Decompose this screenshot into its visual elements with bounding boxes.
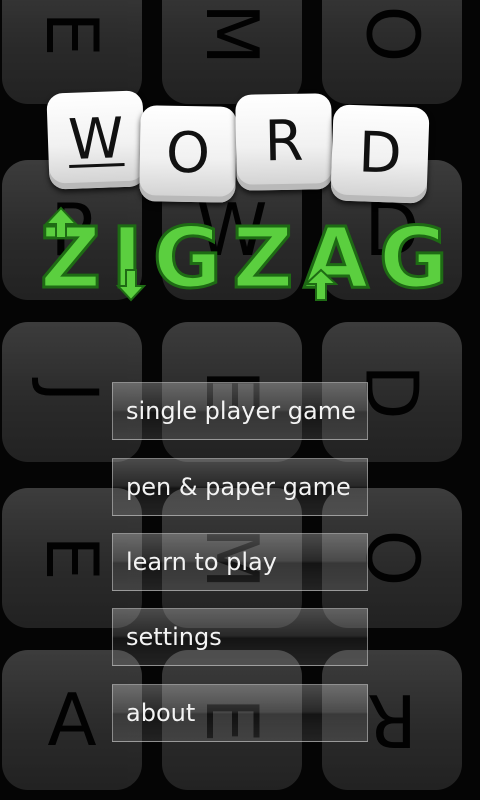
up-arrow-icon: [304, 268, 338, 301]
logo-key-d: D: [330, 104, 430, 204]
down-arrow-icon: [116, 269, 146, 302]
logo-key-w: W: [46, 90, 146, 190]
logo-zigzag-letter: G: [378, 208, 450, 307]
learn-to-play-button[interactable]: learn to play: [112, 533, 368, 591]
up-arrow-icon: [44, 206, 78, 239]
about-button[interactable]: about: [112, 684, 368, 742]
single-player-game-button[interactable]: single player game: [112, 382, 368, 440]
settings-button[interactable]: settings: [112, 608, 368, 666]
logo-zigzag-title: Z I G Z A G: [39, 208, 450, 307]
pen-and-paper-game-button[interactable]: pen & paper game: [112, 458, 368, 516]
logo-zigzag-letter: Z: [231, 208, 296, 307]
logo-key-r: R: [235, 93, 333, 191]
logo-key-o: O: [139, 105, 237, 203]
logo-zigzag-letter: G: [151, 208, 224, 307]
game-logo: W O R D Z I G Z A G: [0, 0, 480, 320]
